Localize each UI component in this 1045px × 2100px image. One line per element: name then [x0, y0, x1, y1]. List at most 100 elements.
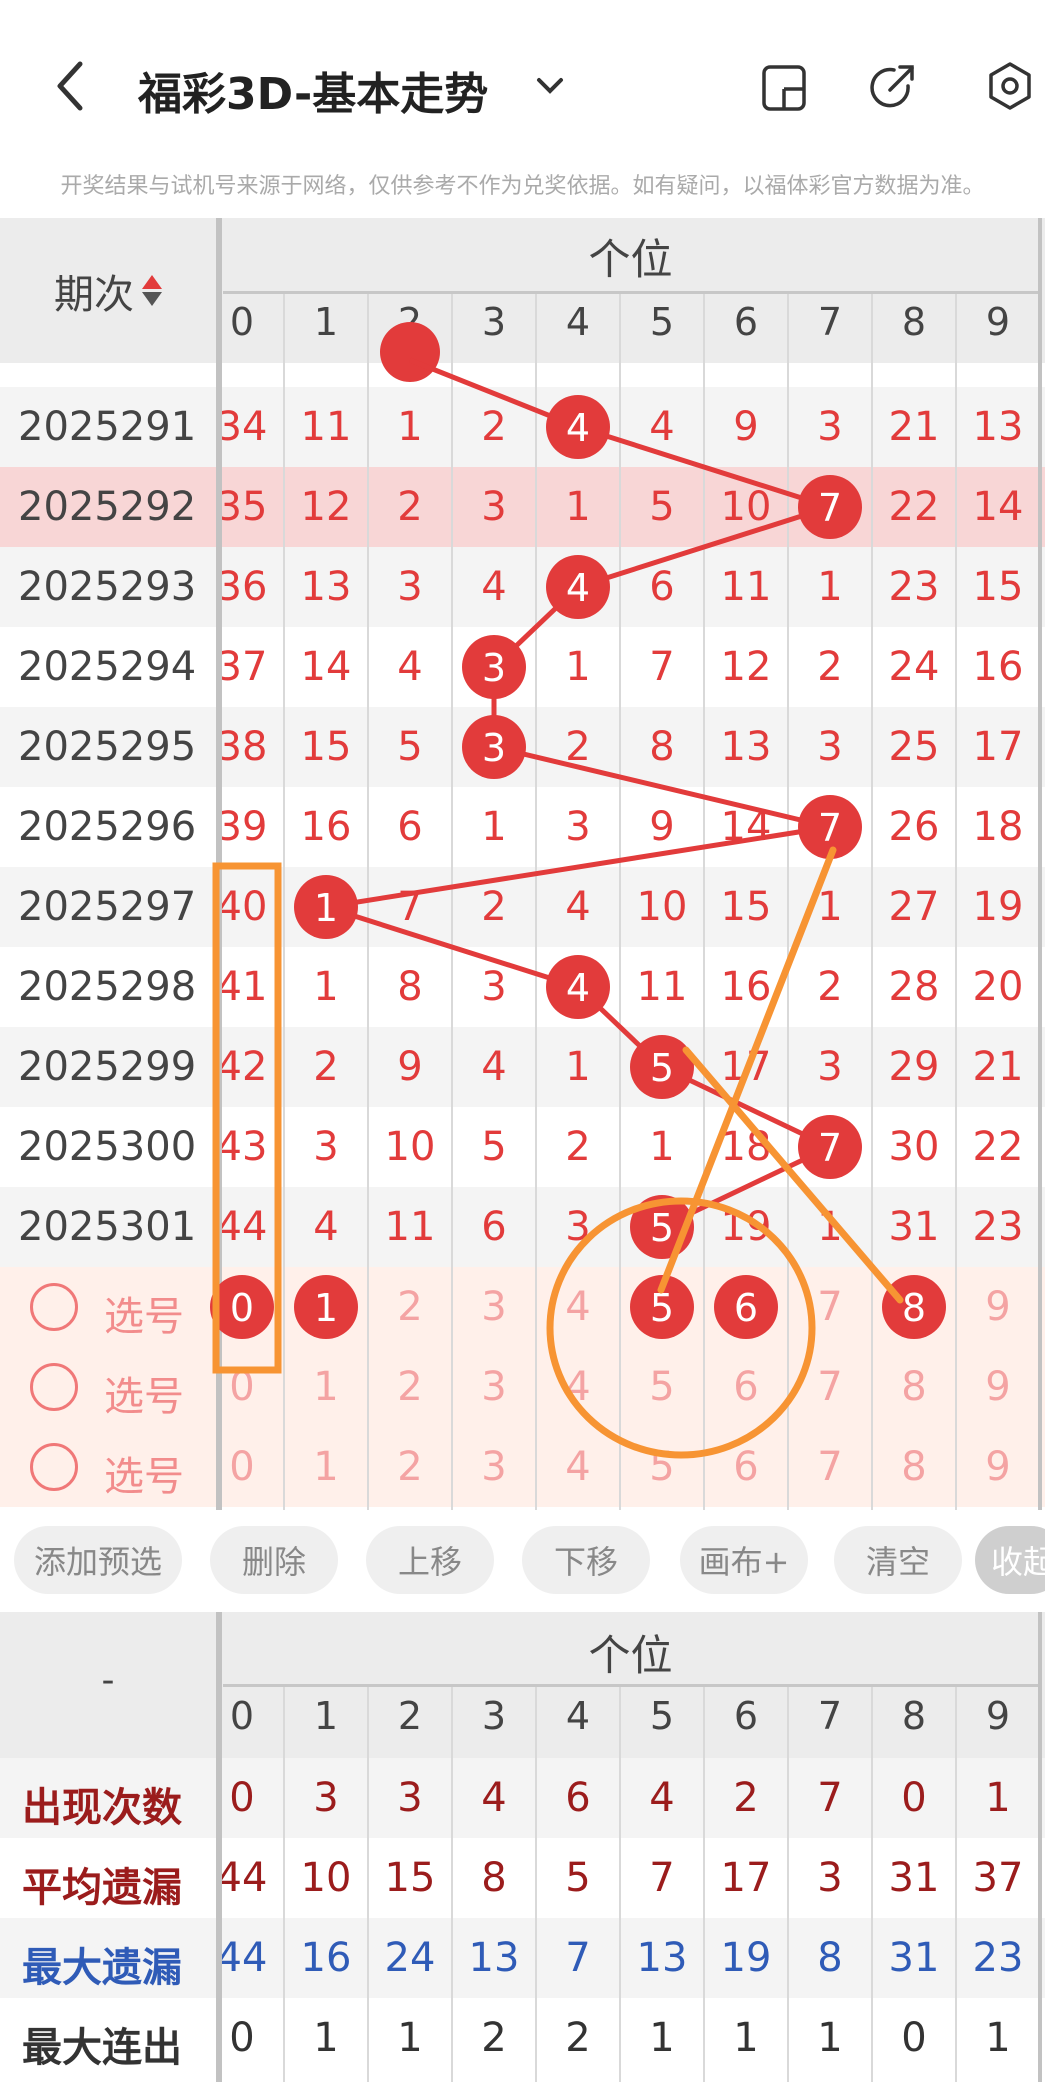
selected-number: 8	[902, 1286, 926, 1330]
action-button[interactable]: 下移	[522, 1526, 650, 1594]
stats-group-label: 个位	[588, 1631, 673, 1680]
stats-value: 4	[481, 1775, 507, 1821]
hit-number: 4	[566, 566, 590, 610]
selected-number: 6	[734, 1286, 758, 1330]
hit-number: 5	[650, 1206, 674, 1250]
stats-digit-header: 1	[313, 1694, 339, 1738]
stats-value: 17	[720, 1855, 772, 1901]
stats-column-divider	[871, 1687, 873, 2082]
stats-value: 1	[817, 2015, 843, 2061]
stats-row: 平均遗漏 44 10 15 8 5 7 17 3 31 37	[0, 1838, 1045, 1918]
action-button[interactable]: 画布+	[680, 1526, 808, 1594]
hit-number: 4	[566, 406, 590, 450]
stats-value: 7	[565, 1935, 591, 1981]
action-button[interactable]: 上移	[366, 1526, 494, 1594]
stats-value: 13	[468, 1935, 520, 1981]
stats-value: 8	[817, 1935, 843, 1981]
hit-number: 7	[818, 486, 842, 530]
stats-value: 1	[397, 2015, 423, 2061]
stats-digit-header: 4	[565, 1694, 591, 1738]
stats-row-label: 平均遗漏	[22, 1865, 182, 1911]
stats-column-divider	[703, 1687, 705, 2082]
stats-column-divider	[283, 1687, 285, 2082]
stats-value: 1	[313, 2015, 339, 2061]
stats-value: 2	[733, 1775, 759, 1821]
stats-value: 6	[565, 1775, 591, 1821]
trend-line	[577, 424, 831, 510]
stats-value: 1	[985, 1775, 1011, 1821]
stats-row: 出现次数 0 3 3 4 6 4 2 7 0 1	[0, 1758, 1045, 1838]
action-button[interactable]: 添加预选	[14, 1526, 182, 1594]
stats-value: 0	[901, 1775, 927, 1821]
stats-value: 3	[313, 1775, 339, 1821]
stats-digit-header: 5	[649, 1694, 675, 1738]
stats-value: 8	[481, 1855, 507, 1901]
stats-value: 1	[733, 2015, 759, 2061]
stats-digit-header: 8	[901, 1694, 927, 1738]
stats-column-divider	[955, 1687, 957, 2082]
stats-value: 37	[972, 1855, 1024, 1901]
stats-value: 7	[649, 1855, 675, 1901]
stats-value: 1	[649, 2015, 675, 2061]
hit-number: 7	[818, 806, 842, 850]
hit-number: 3	[482, 726, 506, 770]
stats-digit-header: 7	[817, 1694, 843, 1738]
stats-value: 1	[985, 2015, 1011, 2061]
stats-column-divider	[451, 1687, 453, 2082]
stats-value: 2	[481, 2015, 507, 2061]
stats-value: 7	[817, 1775, 843, 1821]
stats-row-label: 最大遗漏	[22, 1945, 182, 1991]
selected-number: 1	[314, 1286, 338, 1330]
stats-value: 10	[300, 1855, 352, 1901]
stats-column-divider	[367, 1687, 369, 2082]
stats-value: 19	[720, 1935, 772, 1981]
stats-column-divider	[619, 1687, 621, 2082]
hit-number: 5	[650, 1046, 674, 1090]
stats-digit-header: 9	[985, 1694, 1011, 1738]
stats-digit-header: 6	[733, 1694, 759, 1738]
stats-column-divider	[535, 1687, 537, 2082]
stats-value: 5	[565, 1855, 591, 1901]
stats-value: 0	[229, 2015, 255, 2061]
selected-number: 0	[230, 1286, 254, 1330]
trend-line	[493, 744, 831, 830]
stats-row-label: 最大连出	[22, 2025, 182, 2071]
stats-value: 0	[229, 1775, 255, 1821]
stats-value: 31	[888, 1855, 940, 1901]
action-button[interactable]: 清空	[834, 1526, 962, 1594]
trend-chart: 474337145750 1 5 6 8	[210, 322, 946, 1459]
stats-row-label: 出现次数	[22, 1785, 182, 1831]
stats-digit-header: 2	[397, 1694, 423, 1738]
stats-value: 23	[972, 1935, 1024, 1981]
stats-value: 44	[216, 1935, 268, 1981]
stats-right-divider	[1038, 1612, 1042, 2082]
stats-row: 最大连出 0 1 1 2 2 1 1 1 0 1	[0, 1998, 1045, 2078]
trend-line	[325, 904, 579, 990]
stats-column-divider	[787, 1687, 789, 2082]
hit-number: 4	[566, 966, 590, 1010]
stats-value: 31	[888, 1935, 940, 1981]
stats-value: 13	[636, 1935, 688, 1981]
stats-digit-header: 3	[481, 1694, 507, 1738]
stats-corner: -	[101, 1660, 115, 1701]
stats-left-divider	[216, 1612, 222, 2082]
stats-header-divider	[223, 1684, 1038, 1687]
stats-value: 16	[300, 1935, 352, 1981]
partial-hit-ball	[380, 322, 440, 382]
stats-value: 15	[384, 1855, 436, 1901]
stats-value: 3	[817, 1855, 843, 1901]
stats-value: 3	[397, 1775, 423, 1821]
stats-row: 最大遗漏 44 16 24 13 7 13 19 8 31 23	[0, 1918, 1045, 1998]
stats-value: 0	[901, 2015, 927, 2061]
hit-number: 7	[818, 1126, 842, 1170]
stats-digit-header: 0	[229, 1694, 255, 1738]
stats-value: 24	[384, 1935, 436, 1981]
trend-line	[577, 504, 831, 590]
stats-value: 44	[216, 1855, 268, 1901]
hit-number: 1	[314, 886, 338, 930]
action-button[interactable]: 删除	[210, 1526, 338, 1594]
trend-line	[325, 824, 831, 910]
stats-value: 2	[565, 2015, 591, 2061]
action-button[interactable]: 收起	[975, 1526, 1045, 1594]
hit-number: 3	[482, 646, 506, 690]
